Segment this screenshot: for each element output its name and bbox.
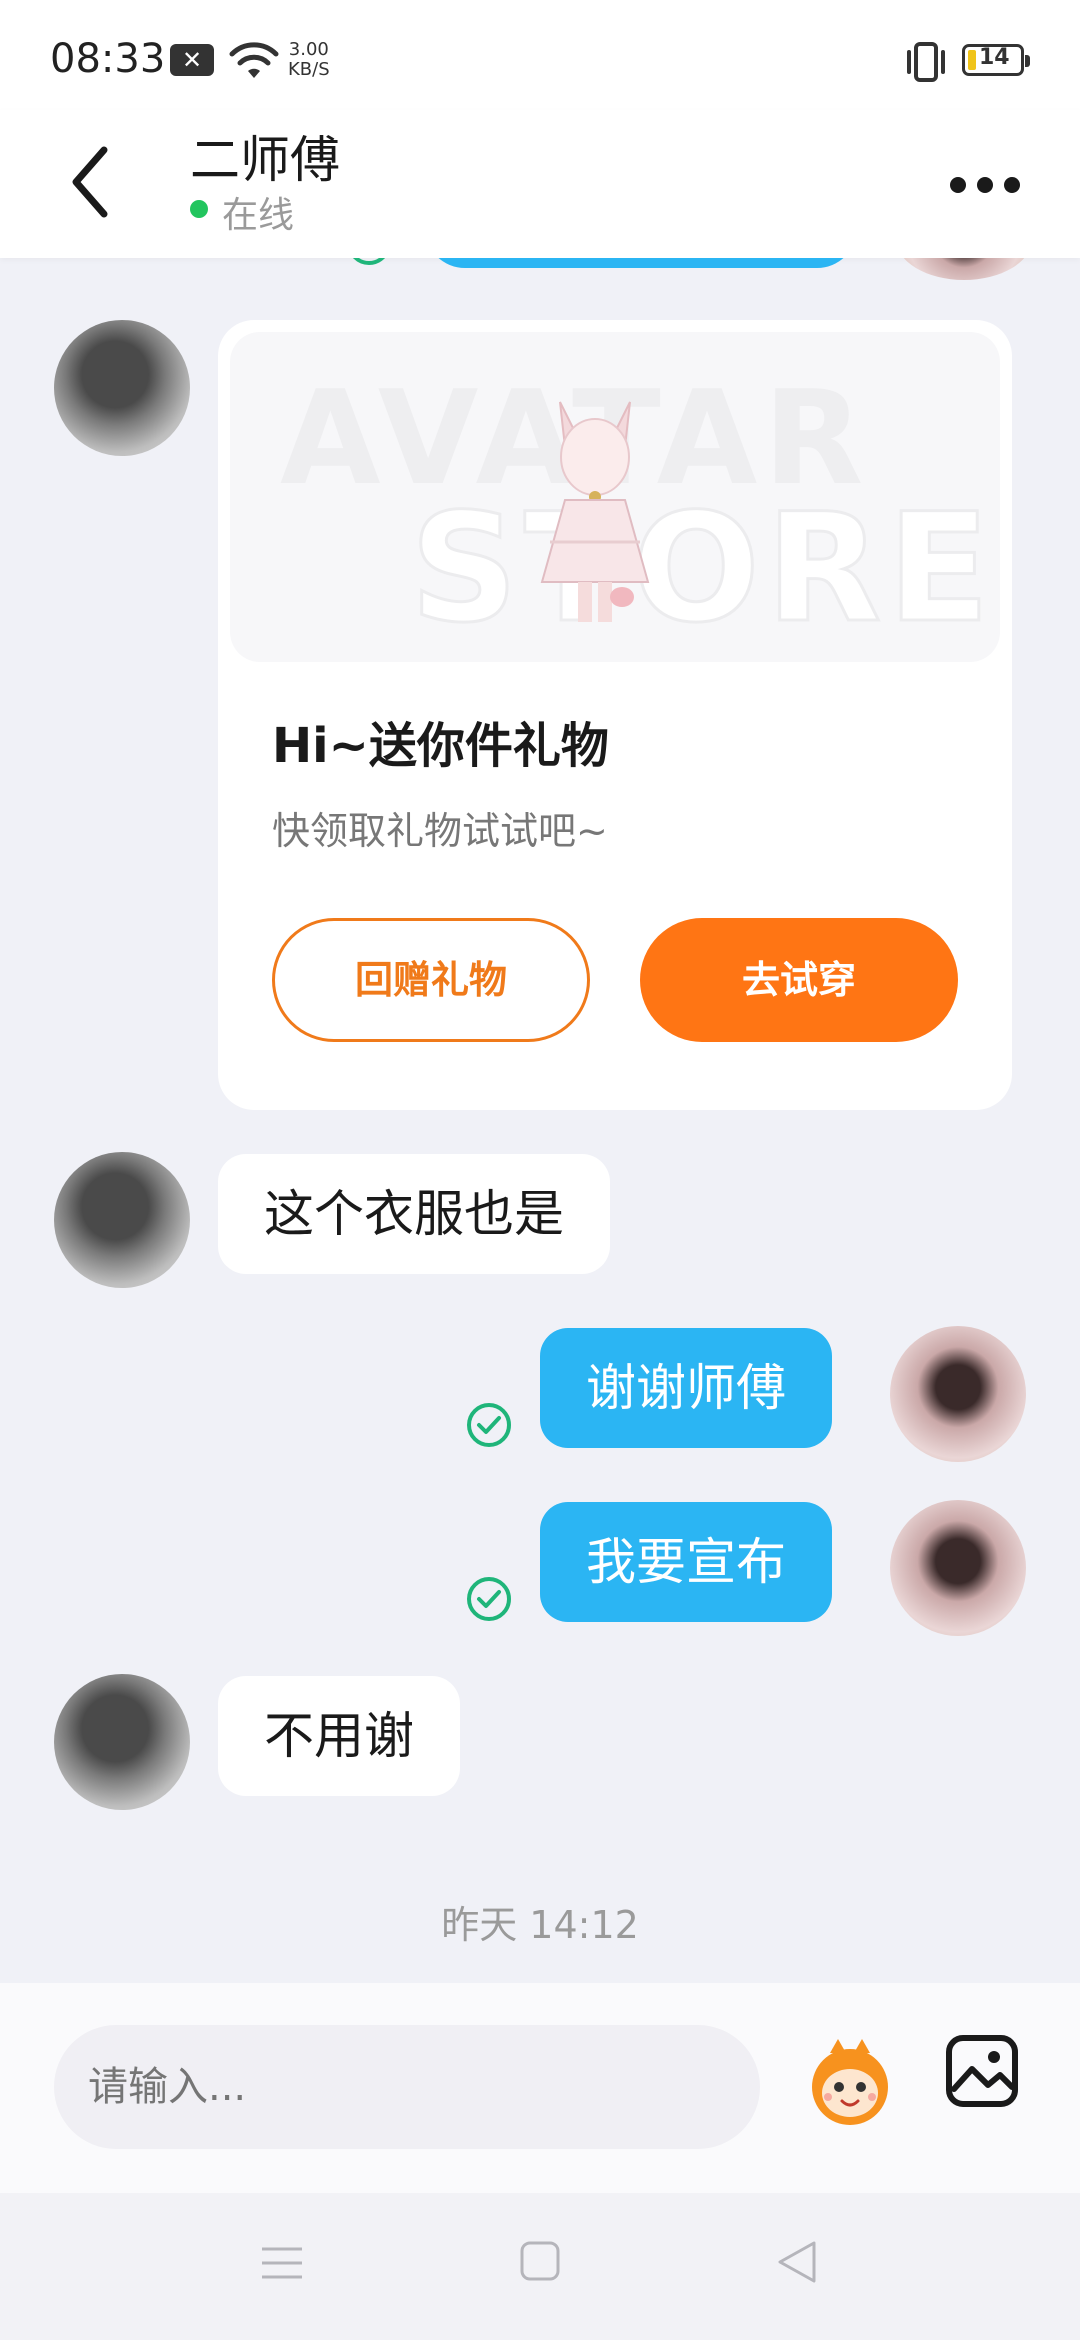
chat-title: 二师傅	[190, 131, 340, 189]
status-time: 08:33	[50, 36, 166, 82]
outgoing-message-bubble[interactable]: 我要宣布	[540, 1502, 832, 1622]
return-gift-button[interactable]: 回赠礼物	[272, 918, 590, 1042]
gift-title: Hi~送你件礼物	[272, 718, 609, 774]
close-notification-icon: ✕	[170, 44, 214, 76]
self-avatar[interactable]	[896, 258, 1032, 280]
battery-level: 14	[979, 45, 1010, 70]
network-speed-value: 3.00	[288, 39, 329, 60]
back-triangle-icon[interactable]	[774, 2239, 818, 2285]
incoming-message-bubble[interactable]: 不用谢	[218, 1676, 460, 1796]
more-dot	[1004, 177, 1020, 193]
battery-icon: 14	[962, 44, 1030, 76]
status-bar: 08:33 ✕ 3.00 KB/S 14	[0, 0, 1080, 110]
message-timestamp: 昨天 14:12	[441, 1903, 639, 1947]
contact-avatar[interactable]	[54, 320, 190, 456]
read-check-icon	[352, 258, 386, 265]
online-status-text: 在线	[222, 195, 295, 236]
battery-fill	[968, 50, 976, 70]
image-picker-icon[interactable]	[944, 2033, 1020, 2109]
read-check-icon	[467, 1577, 511, 1621]
vibrate-icon	[907, 42, 945, 82]
chat-message-list[interactable]: AVATAR STORE Hi~送你件礼物 快领取礼物试试吧~ 回赠礼物 去试穿…	[0, 258, 1080, 1983]
gift-outfit-figure	[540, 401, 650, 622]
emoji-sticker-icon[interactable]	[800, 2031, 900, 2131]
self-avatar[interactable]	[890, 1326, 1026, 1462]
network-speed-unit: KB/S	[288, 59, 330, 80]
more-dot	[950, 177, 966, 193]
more-dot	[977, 177, 993, 193]
partial-message-bubble	[425, 258, 857, 268]
gift-watermark-store: STORE	[409, 481, 996, 658]
outgoing-message-bubble[interactable]: 谢谢师傅	[540, 1328, 832, 1448]
wifi-icon	[229, 42, 279, 78]
incoming-message-bubble[interactable]: 这个衣服也是	[218, 1154, 610, 1274]
contact-avatar[interactable]	[54, 1152, 190, 1288]
network-speed: 3.00 KB/S	[288, 40, 330, 80]
self-avatar[interactable]	[890, 1500, 1026, 1636]
gift-card[interactable]: AVATAR STORE Hi~送你件礼物 快领取礼物试试吧~ 回赠礼物 去试穿	[218, 320, 1012, 1110]
read-check-icon	[467, 1403, 511, 1447]
system-navigation-bar	[0, 2193, 1080, 2340]
contact-avatar[interactable]	[54, 1674, 190, 1810]
online-status-dot	[190, 200, 208, 218]
gift-subtitle: 快领取礼物试试吧~	[272, 809, 608, 853]
home-icon[interactable]	[520, 2241, 560, 2281]
recent-apps-icon[interactable]	[260, 2241, 304, 2285]
chat-header: 二师傅 在线	[0, 110, 1080, 258]
gift-image: AVATAR STORE	[230, 332, 1000, 662]
more-options-icon[interactable]	[950, 160, 1020, 210]
try-on-button[interactable]: 去试穿	[640, 918, 958, 1042]
message-input-bar	[0, 1983, 1080, 2193]
back-arrow-icon[interactable]	[62, 140, 122, 224]
message-input[interactable]	[54, 2025, 760, 2149]
